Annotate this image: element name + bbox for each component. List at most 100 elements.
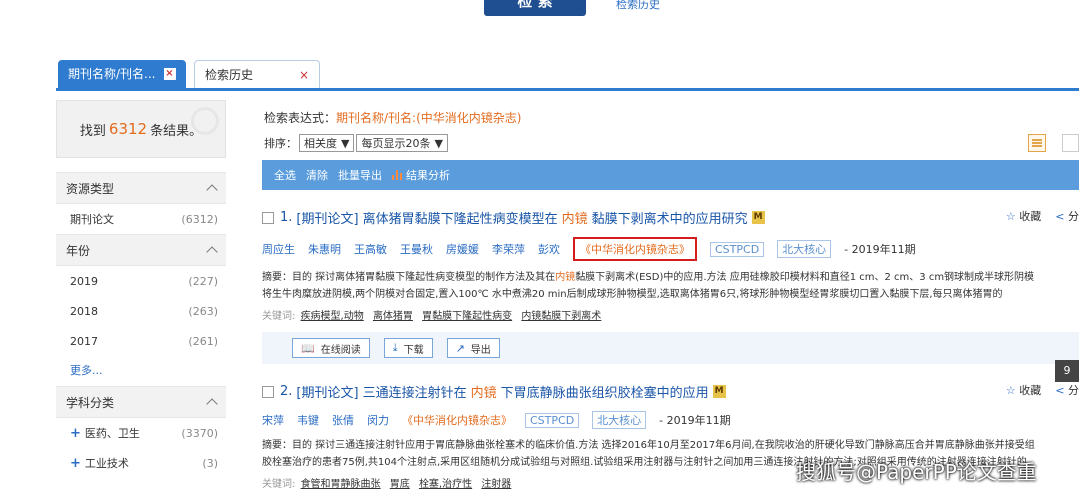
facet-more-link[interactable]: 更多... (56, 356, 226, 386)
keyword-link[interactable]: 疾病模型,动物 (301, 311, 364, 322)
plus-icon[interactable]: + (70, 456, 81, 471)
grid-view-icon[interactable] (1062, 134, 1079, 152)
chevron-up-icon[interactable] (206, 184, 218, 196)
query-label: 检索表达式： (264, 111, 337, 125)
favorite-button[interactable]: ☆ 收藏 (1006, 208, 1041, 224)
record-title[interactable]: 2. [期刊论文] 三通连接注射针在 内镜 下胃底静脉曲张组织胶栓塞中的应用 M (262, 382, 1079, 401)
keyword-link[interactable]: 胃底 (390, 479, 410, 490)
clear-button[interactable]: 清除 (306, 167, 328, 183)
favorite-label: 收藏 (1019, 384, 1042, 397)
top-search-button[interactable]: 检 索 (484, 0, 586, 16)
facet-item-count: (6312) (181, 212, 218, 226)
facet-item-label: 2018 (70, 304, 98, 318)
tab-search-history[interactable]: 检索历史 × (194, 60, 320, 88)
read-online-button[interactable]: 📖 在线阅读 (292, 338, 370, 358)
results-toolbar: 全选 清除 批量导出 结果分析 (262, 160, 1079, 190)
facet-item[interactable]: 2019 (227) (56, 266, 226, 296)
facet-item-count: (227) (188, 274, 218, 288)
page-size-select[interactable]: 每页显示20条 ▼ (356, 134, 448, 152)
journal-link[interactable]: 《中华消化内镜杂志》 (402, 412, 512, 428)
export-button[interactable]: ↗ 导出 (446, 338, 500, 358)
share-button[interactable]: < 分 (1055, 382, 1079, 398)
facet-header[interactable]: 年份 (56, 234, 226, 266)
facet-item[interactable]: 2017 (261) (56, 326, 226, 356)
star-icon: ☆ (1005, 210, 1016, 223)
record-title[interactable]: 1. [期刊论文] 离体猪胃黏膜下隆起性病变模型在 内镜 黏膜下剥离术中的应用研究 M (262, 208, 1079, 227)
analysis-label: 结果分析 (406, 169, 450, 182)
author-link[interactable]: 闵力 (367, 412, 389, 428)
author-link[interactable]: 韦键 (297, 412, 319, 428)
floating-side-tab[interactable]: 9 (1055, 360, 1079, 382)
sort-select[interactable]: 相关度 ▼ (299, 134, 355, 152)
author-link[interactable]: 王曼秋 (400, 241, 433, 257)
record-keywords: 关键词: 疾病模型,动物 离体猪胃 胃黏膜下隆起性病变 内镜黏膜下剥离术 (262, 307, 1079, 322)
favorite-button[interactable]: ☆ 收藏 (1006, 382, 1041, 398)
author-link[interactable]: 王高敏 (354, 241, 387, 257)
index-tag: CSTPCD (710, 241, 765, 257)
facet-item[interactable]: 2018 (263) (56, 296, 226, 326)
author-link[interactable]: 周应生 (262, 241, 295, 257)
record-type: [期刊论文] (296, 212, 359, 227)
sort-label: 排序： (264, 137, 297, 150)
record-actions: ☆ 收藏 < 分 (1006, 382, 1079, 398)
keyword-link[interactable]: 食管和胃静脉曲张 (301, 479, 381, 490)
sort-controls: 排序： 相关度 ▼ 每页显示20条 ▼ (264, 134, 448, 152)
record-checkbox[interactable] (262, 211, 274, 224)
download-icon: ⤓ (392, 341, 398, 354)
publish-date: - 2019年11期 (659, 414, 731, 427)
facet-title: 资源类型 (66, 181, 115, 196)
facet-item-label: 期刊论文 (70, 213, 114, 226)
author-link[interactable]: 李荣萍 (492, 241, 525, 257)
book-icon: 📖 (301, 341, 315, 355)
facet-resource-type: 资源类型 期刊论文 (6312) (56, 172, 226, 234)
facet-item[interactable]: + 工业技术 (3) (56, 448, 226, 478)
keyword-link[interactable]: 胃黏膜下隆起性病变 (422, 311, 512, 322)
journal-link[interactable]: 《中华消化内镜杂志》 (573, 237, 697, 261)
record-checkbox[interactable] (262, 385, 274, 398)
facet-item[interactable]: + 医药、卫生 (3370) (56, 418, 226, 448)
author-link[interactable]: 宋萍 (262, 412, 284, 428)
keyword-link[interactable]: 注射器 (481, 479, 511, 490)
facet-item-count: (3370) (181, 426, 218, 440)
share-button[interactable]: < 分 (1055, 208, 1079, 224)
facet-title: 学科分类 (66, 395, 115, 410)
author-link[interactable]: 张倩 (332, 412, 354, 428)
facet-item-count: (261) (188, 334, 218, 348)
close-icon[interactable]: × (299, 61, 309, 89)
facet-item-label: 工业技术 (84, 457, 129, 470)
index-tag: CSTPCD (525, 412, 580, 428)
keyword-link[interactable]: 栓塞,治疗性 (419, 479, 472, 490)
tab-label: 检索历史 (205, 67, 254, 82)
facet-header[interactable]: 学科分类 (56, 386, 226, 418)
facet-item-label: 2019 (70, 274, 98, 288)
query-expression: 检索表达式：期刊名称/刊名:(中华消化内镜杂志) (264, 109, 521, 126)
keyword-link[interactable]: 离体猪胃 (373, 311, 413, 322)
record-title-highlight: 内镜 (470, 386, 497, 401)
author-link[interactable]: 彭欢 (538, 241, 560, 257)
plus-icon[interactable]: + (70, 426, 81, 441)
facet-header[interactable]: 资源类型 (56, 172, 226, 204)
chevron-up-icon[interactable] (206, 246, 218, 258)
analysis-button[interactable]: 结果分析 (392, 167, 450, 183)
tab-label: 期刊名称/刊名... (68, 67, 156, 81)
download-button[interactable]: ⤓ 下载 (383, 338, 433, 358)
keywords-label: 关键词: (262, 311, 296, 322)
sidebar: 找到 6312 条结果。 资源类型 期刊论文 (6312) 年份 2019 (2… (56, 100, 226, 478)
keyword-link[interactable]: 内镜黏膜下剥离术 (521, 311, 601, 322)
record-title-text: 三通连接注射针在 (362, 386, 467, 401)
tab-underline (56, 88, 1079, 91)
facet-item-label: 医药、卫生 (84, 427, 140, 440)
facet-item-label: 2017 (70, 334, 98, 348)
top-history-link[interactable]: 检索历史 (616, 0, 660, 12)
tab-journal-search[interactable]: 期刊名称/刊名... × (58, 60, 186, 88)
chevron-up-icon[interactable] (206, 398, 218, 410)
close-icon[interactable]: × (163, 68, 176, 80)
share-icon: < (1055, 384, 1065, 397)
author-link[interactable]: 朱惠明 (308, 241, 341, 257)
facet-item[interactable]: 期刊论文 (6312) (56, 204, 226, 234)
author-link[interactable]: 房媛媛 (446, 241, 479, 257)
batch-export-button[interactable]: 批量导出 (338, 167, 382, 183)
list-view-icon[interactable] (1028, 134, 1046, 152)
record-meta: 宋萍 韦键 张倩 闵力 《中华消化内镜杂志》 CSTPCD 北大核心 - 201… (262, 411, 1079, 429)
select-all-button[interactable]: 全选 (274, 167, 296, 183)
